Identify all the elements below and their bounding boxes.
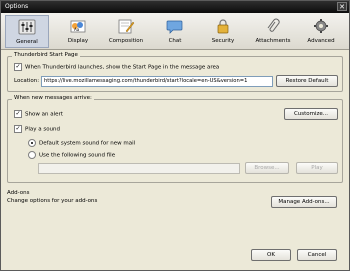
- show-alert-checkbox[interactable]: ✓: [14, 110, 22, 118]
- options-window: Options ✕ General Aa Display Composition…: [0, 0, 350, 271]
- gear-icon: [314, 19, 328, 33]
- addons-group: Add-ons Change options for your add-ons …: [7, 190, 343, 214]
- tab-general[interactable]: General: [5, 15, 49, 48]
- security-lock-icon: [217, 19, 229, 34]
- tab-advanced[interactable]: Advanced: [299, 15, 343, 48]
- default-sound-row: Default system sound for new mail: [28, 139, 135, 147]
- window-title: Options: [5, 3, 29, 10]
- default-sound-label: Default system sound for new mail: [39, 140, 136, 147]
- tab-attachments-label: Attachments: [255, 38, 291, 44]
- default-sound-radio[interactable]: [28, 139, 36, 147]
- play-button[interactable]: Play: [296, 162, 338, 174]
- svg-text:Aa: Aa: [74, 27, 80, 32]
- new-messages-group-title: When new messages arrive:: [12, 95, 94, 101]
- restore-default-button[interactable]: Restore Default: [276, 75, 338, 87]
- composition-pencil-icon: [118, 19, 135, 34]
- show-start-page-row: ✓ When Thunderbird launches, show the Sta…: [14, 63, 219, 71]
- location-label: Location:: [14, 78, 40, 84]
- addons-group-title: Add-ons: [7, 190, 30, 196]
- play-sound-row: ✓ Play a sound: [14, 125, 60, 133]
- tab-display-label: Display: [67, 38, 89, 44]
- show-start-page-label: When Thunderbird launches, show the Star…: [25, 64, 220, 71]
- location-input[interactable]: https://live.mozillamessaging.com/thunde…: [41, 76, 273, 87]
- show-alert-row: ✓ Show an alert: [14, 110, 63, 118]
- tab-security[interactable]: Security: [201, 15, 245, 48]
- tab-composition[interactable]: Composition: [104, 15, 148, 48]
- title-bar: Options ✕: [1, 1, 349, 13]
- start-page-group-title: Thunderbird Start Page: [12, 52, 80, 58]
- tab-chat-label: Chat: [168, 38, 182, 44]
- sound-file-input[interactable]: [38, 163, 240, 174]
- close-icon: ✕: [339, 3, 345, 11]
- tab-display[interactable]: Aa Display: [56, 15, 100, 48]
- gear-sliders-icon: [18, 19, 36, 35]
- play-sound-checkbox[interactable]: ✓: [14, 125, 22, 133]
- play-sound-label: Play a sound: [25, 126, 61, 133]
- addons-description: Change options for your add-ons: [7, 198, 98, 204]
- tab-general-label: General: [16, 39, 38, 45]
- general-pane: Thunderbird Start Page ✓ When Thunderbird…: [7, 52, 343, 236]
- tab-chat[interactable]: Chat: [153, 15, 197, 48]
- close-button[interactable]: ✕: [337, 2, 347, 11]
- chat-bubble-icon: [166, 20, 183, 34]
- new-messages-group: When new messages arrive: ✓ Show an alert…: [7, 95, 343, 183]
- display-palette-icon: Aa: [70, 20, 86, 33]
- ok-button[interactable]: OK: [251, 249, 291, 261]
- customize-button[interactable]: Customize...: [284, 108, 338, 120]
- tab-attachments[interactable]: Attachments: [251, 15, 295, 48]
- preferences-toolbar: General Aa Display Composition Chat Secu…: [1, 13, 349, 50]
- tab-security-label: Security: [211, 38, 235, 44]
- use-file-label: Use the following sound file: [39, 152, 116, 159]
- tab-composition-label: Composition: [108, 38, 144, 44]
- manage-addons-button[interactable]: Manage Add-ons...: [271, 196, 337, 208]
- use-file-row: Use the following sound file: [28, 151, 115, 159]
- show-alert-label: Show an alert: [25, 111, 63, 118]
- cancel-button[interactable]: Cancel: [297, 249, 337, 261]
- start-page-group: Thunderbird Start Page ✓ When Thunderbird…: [7, 52, 343, 92]
- use-file-radio[interactable]: [28, 151, 36, 159]
- show-start-page-checkbox[interactable]: ✓: [14, 63, 22, 71]
- paperclip-icon: [267, 18, 280, 32]
- tab-advanced-label: Advanced: [307, 38, 335, 44]
- browse-button[interactable]: Browse...: [245, 162, 289, 174]
